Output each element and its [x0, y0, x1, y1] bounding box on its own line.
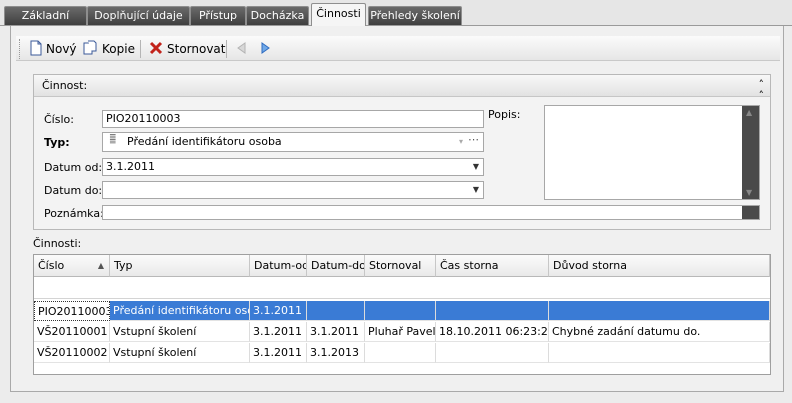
- filter-row[interactable]: [34, 278, 770, 299]
- group-header: Činnost: ˄ ˄: [34, 75, 770, 101]
- table-row[interactable]: PIO20110003 Předání identifikátoru osoba…: [34, 301, 770, 322]
- table-cell[interactable]: VŠ20110001: [34, 322, 110, 342]
- poznamka-field[interactable]: [102, 205, 760, 220]
- column-header-datum-od[interactable]: Datum-od: [250, 255, 307, 277]
- poznamka-scroll-button[interactable]: [742, 206, 759, 219]
- toolbar-separator: [140, 40, 141, 58]
- column-header-stornoval[interactable]: Stornoval: [365, 255, 436, 277]
- datum-do-field[interactable]: ▼: [102, 181, 484, 199]
- tab-cinnosti[interactable]: Činnosti: [311, 3, 366, 26]
- table-cell[interactable]: Chybné zadání datumu do.: [549, 322, 770, 342]
- cislo-label: Číslo:: [44, 113, 74, 126]
- copy-icon[interactable]: [82, 40, 98, 56]
- tab-doplnujici-udaje[interactable]: Doplňující údaje: [87, 6, 190, 26]
- datum-od-field[interactable]: 3.1.2011 ▼: [102, 158, 484, 176]
- column-header-cas-storna[interactable]: Čas storna: [436, 255, 549, 277]
- dropdown-arrow-icon[interactable]: ▾: [459, 133, 463, 151]
- table-cell[interactable]: 3.1.2011: [250, 322, 307, 342]
- cinnosti-grid: Číslo ▲ Typ Datum-od Datum-do Stornoval …: [33, 254, 771, 375]
- column-header-duvod-storna[interactable]: Důvod storna: [549, 255, 770, 277]
- datum-od-label: Datum od:: [44, 161, 103, 174]
- typ-label: Typ:: [44, 136, 70, 149]
- column-header-cislo[interactable]: Číslo ▲: [34, 255, 110, 277]
- arrow-right-icon[interactable]: [257, 40, 273, 56]
- collapse-icon[interactable]: ˄ ˄: [759, 79, 765, 101]
- cancel-button[interactable]: Stornovat: [167, 40, 226, 58]
- new-button[interactable]: Nový: [46, 40, 77, 58]
- scroll-down-icon[interactable]: ▼: [746, 188, 752, 197]
- cislo-field[interactable]: PIO20110003: [102, 110, 484, 128]
- chevron-down-icon[interactable]: ▼: [473, 182, 479, 198]
- scroll-up-icon[interactable]: ▲: [746, 108, 752, 117]
- table-cell[interactable]: VŠ20110002: [34, 343, 110, 363]
- tab-prehledy-skoleni[interactable]: Přehledy školení: [368, 6, 462, 26]
- ellipsis-icon[interactable]: ⋯: [468, 133, 479, 149]
- cinnost-group: Činnost: ˄ ˄ Číslo: PIO20110003 Typ: ≡ ≡ P…: [33, 74, 771, 230]
- tab-pristup[interactable]: Přístup: [190, 6, 246, 26]
- table-row[interactable]: VŠ20110002 Vstupní školení 3.1.2011 3.1.…: [34, 343, 770, 364]
- chevron-down-icon[interactable]: ▼: [473, 159, 479, 175]
- toolbar-separator: [226, 40, 227, 58]
- datum-od-value: 3.1.2011: [106, 160, 155, 173]
- table-row[interactable]: VŠ20110001 Vstupní školení 3.1.2011 3.1.…: [34, 322, 770, 343]
- table-cell[interactable]: 18.10.2011 06:23:22: [436, 322, 549, 342]
- table-cell[interactable]: Vstupní školení: [110, 343, 250, 363]
- datum-do-label: Datum do:: [44, 184, 103, 197]
- poznamka-label: Poznámka:: [44, 207, 104, 220]
- table-cell[interactable]: 3.1.2011: [307, 322, 365, 342]
- group-title: Činnost:: [42, 79, 88, 92]
- tab-dochazka[interactable]: Docházka: [246, 6, 309, 26]
- table-cell[interactable]: 3.1.2011: [250, 301, 307, 321]
- popis-label: Popis:: [488, 108, 521, 121]
- table-cell[interactable]: [549, 301, 770, 321]
- table-cell[interactable]: 3.1.2013: [307, 343, 365, 363]
- list-icon: ≡ ≡: [109, 132, 117, 147]
- typ-field[interactable]: ≡ ≡ Předání identifikátoru osoba ▾ ⋯: [102, 132, 484, 152]
- typ-value: Předání identifikátoru osoba: [127, 135, 282, 148]
- table-cell[interactable]: [365, 343, 436, 363]
- table-cell[interactable]: Vstupní školení: [110, 322, 250, 342]
- popis-scrollbar[interactable]: ▲ ▼: [742, 106, 759, 199]
- grid-title: Činnosti:: [33, 237, 82, 250]
- table-cell[interactable]: Předání identifikátoru osoba: [110, 301, 250, 321]
- table-cell[interactable]: [436, 343, 549, 363]
- table-cell[interactable]: PIO20110003: [34, 301, 110, 321]
- arrow-left-icon[interactable]: [234, 40, 250, 56]
- popis-field[interactable]: ▲ ▼: [544, 105, 760, 200]
- table-cell[interactable]: [549, 343, 770, 363]
- table-cell[interactable]: [307, 301, 365, 321]
- cancel-x-icon[interactable]: [148, 40, 164, 56]
- table-cell[interactable]: 3.1.2011: [250, 343, 307, 363]
- tab-zakladni-udaje[interactable]: Základní údaje: [4, 6, 87, 40]
- sort-ascending-icon: ▲: [97, 261, 104, 270]
- toolbar: Nový Kopie Stornovat: [16, 36, 780, 61]
- table-cell[interactable]: [365, 301, 436, 321]
- column-header-datum-do[interactable]: Datum-do: [307, 255, 365, 277]
- new-document-icon[interactable]: [28, 40, 44, 56]
- column-header-typ[interactable]: Typ: [110, 255, 250, 277]
- table-cell[interactable]: Pluhař Pavel: [365, 322, 436, 342]
- table-cell[interactable]: [436, 301, 549, 321]
- copy-button[interactable]: Kopie: [102, 40, 135, 58]
